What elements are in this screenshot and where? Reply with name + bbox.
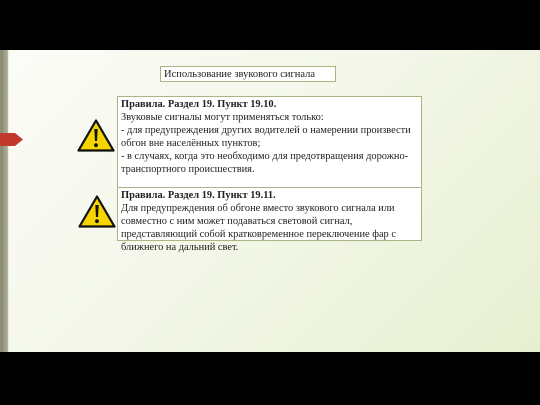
rule-heading: Правила. Раздел 19. Пункт 19.10.: [121, 99, 277, 110]
warning-triangle-icon: [78, 195, 116, 228]
rule-text-line: - в случаях, когда это необходимо для пр…: [121, 150, 409, 175]
rule-19-10-box: Правила. Раздел 19. Пункт 19.10. Звуковы…: [117, 96, 422, 199]
rule-heading: Правила. Раздел 19. Пункт 19.11.: [121, 190, 276, 201]
rule-text-line: Звуковые сигналы могут применяться тольк…: [121, 111, 324, 123]
rule-19-11-box: Правила. Раздел 19. Пункт 19.11. Для пре…: [117, 187, 422, 253]
slide-title: Использование звукового сигнала: [160, 66, 336, 82]
red-arrow-icon: [0, 133, 23, 146]
slide: Использование звукового сигнала Правила.…: [0, 50, 540, 352]
rule-text-line: - для предупреждения других водителей о …: [121, 124, 411, 149]
rule-text-line: Для предупреждения об обгоне вместо звук…: [121, 202, 396, 253]
decorative-lines: [1, 50, 9, 352]
warning-triangle-icon: [77, 119, 115, 152]
